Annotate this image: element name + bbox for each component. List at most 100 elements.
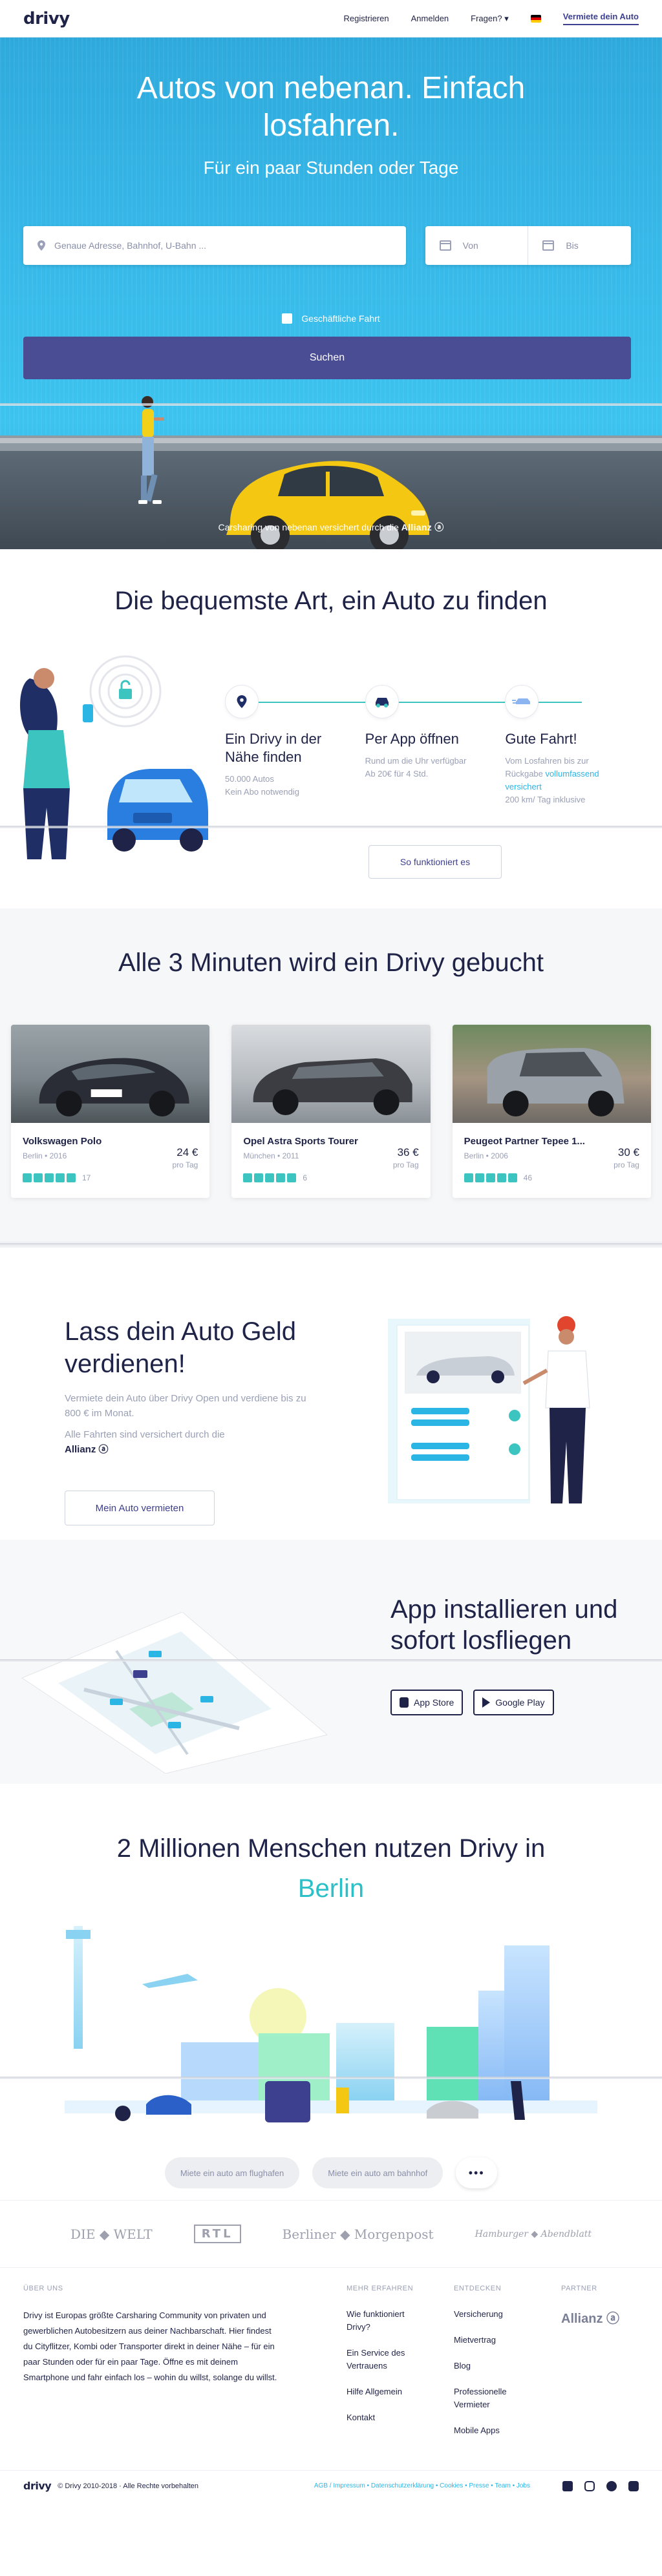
google-play-button[interactable]: Google Play	[473, 1690, 554, 1715]
partner-title: PARTNER	[561, 2285, 597, 2292]
more-chips-button[interactable]: •••	[456, 2157, 498, 2188]
app-section: App installieren und sofort losfliegen A…	[0, 1540, 662, 1784]
car-speed-icon	[505, 685, 539, 718]
footer-link[interactable]: Kontakt	[347, 2411, 454, 2424]
car-card[interactable]: Peugeot Partner Tepee 1... Berlin • 2006…	[452, 1025, 651, 1198]
calendar-icon	[439, 240, 451, 251]
cars-title: Alle 3 Minuten wird ein Drivy gebucht	[118, 948, 544, 977]
app-store-button[interactable]: App Store	[390, 1690, 464, 1715]
footer: ÜBER UNS Drivy ist Europas größte Carsha…	[0, 2267, 662, 2501]
footer-link[interactable]: Professionelle Vermieter	[454, 2385, 525, 2411]
date-range: Von Bis	[425, 226, 631, 265]
more-column: MEHR ERFAHREN Wie funktioniert Drivy? Ei…	[347, 2285, 454, 2450]
from-date-input[interactable]: Von	[425, 226, 528, 265]
star-icon	[67, 1173, 76, 1182]
footer-link[interactable]: Blog	[454, 2360, 561, 2372]
hamburger-abendblatt-logo: Hamburger ◆ Abendblatt	[475, 2228, 592, 2239]
star-icon	[276, 1173, 286, 1182]
step-drive: Gute Fahrt! Vom Losfahren bis zur Rückga…	[505, 685, 645, 806]
step-open: Per App öffnen Rund um die Uhr verfügbar…	[365, 685, 506, 806]
footer-link[interactable]: Mobile Apps	[454, 2424, 561, 2437]
earn-section: Lass dein Auto Geld verdienen! Vermiete …	[0, 1241, 662, 1540]
rating: 6	[243, 1173, 418, 1182]
star-icon	[496, 1173, 506, 1182]
step-text: 50.000 Autos Kein Abo notwendig	[225, 774, 299, 797]
social-links	[562, 2480, 639, 2491]
press-logos: DIE ◆ WELT RTL Berliner ◆ Morgenpost Ham…	[0, 2200, 662, 2267]
star-icon	[265, 1173, 275, 1182]
car-name: Volkswagen Polo	[23, 1136, 102, 1147]
allianz-logo[interactable]: Allianz ⓐ	[561, 2308, 619, 2327]
how-it-works-button[interactable]: So funktioniert es	[368, 845, 502, 879]
star-icon	[56, 1173, 65, 1182]
car-card-body: Opel Astra Sports Tourer München • 2011 …	[231, 1123, 430, 1198]
community-city[interactable]: Berlin	[0, 1874, 662, 1903]
station-rental-chip[interactable]: Miete ein auto am bahnhof	[312, 2157, 443, 2188]
footer-link[interactable]: Hilfe Allgemein	[347, 2385, 454, 2398]
footer-columns: ÜBER UNS Drivy ist Europas größte Carsha…	[23, 2285, 639, 2450]
car-card-body: Volkswagen Polo Berlin • 2016 17 24 € pro…	[11, 1123, 209, 1198]
car-card[interactable]: Opel Astra Sports Tourer München • 2011 …	[231, 1025, 431, 1198]
quick-links: Miete ein auto am flughafen Miete ein au…	[0, 2157, 662, 2188]
woman-walking-image	[138, 396, 164, 504]
about-text: Drivy ist Europas größte Carsharing Comm…	[23, 2310, 277, 2382]
footer-link[interactable]: Ein Service des Vertrauens	[347, 2347, 424, 2372]
drivy-logo[interactable]: drivy	[23, 2480, 52, 2492]
footer-link[interactable]: Wie funktioniert Drivy?	[347, 2308, 424, 2334]
insurance-note: Carsharing von nebenan versichert durch …	[0, 521, 662, 534]
allianz-logo: Allianz ⓐ	[65, 1444, 109, 1455]
search-form: Genaue Adresse, Bahnhof, U-Bahn ... Von …	[23, 226, 631, 265]
nav-links: Registrieren Anmelden Fragen? ▾ Vermiete…	[344, 12, 639, 25]
to-date-input[interactable]: Bis	[528, 226, 631, 265]
business-trip-checkbox[interactable]	[282, 313, 293, 324]
review-count: 46	[523, 1173, 533, 1182]
drivy-logo[interactable]: drivy	[23, 9, 70, 28]
star-icon	[45, 1173, 54, 1182]
how-title: Die bequemste Art, ein Auto zu finden	[114, 587, 548, 615]
footer-link[interactable]: Versicherung	[454, 2308, 561, 2321]
rent-my-car-button[interactable]: Mein Auto vermieten	[65, 1491, 215, 1525]
footer-link[interactable]: Mietvertrag	[454, 2334, 561, 2347]
car-photo	[231, 1025, 431, 1123]
about-title: ÜBER UNS	[23, 2285, 63, 2292]
partner-column: PARTNER Allianz ⓐ	[561, 2285, 619, 2450]
search-button[interactable]: Suchen	[23, 337, 631, 379]
screenshot-seam	[0, 1659, 662, 1662]
discover-column: ENTDECKEN Versicherung Mietvertrag Blog …	[454, 2285, 561, 2450]
airport-rental-chip[interactable]: Miete ein auto am flughafen	[164, 2157, 300, 2188]
rtl-logo: RTL	[193, 2225, 241, 2243]
login-link[interactable]: Anmelden	[411, 14, 449, 23]
german-flag-icon[interactable]	[530, 14, 541, 23]
step-title: Per App öffnen	[365, 731, 459, 747]
step-text: Vom Losfahren bis zur Rückgabe vollumfas…	[505, 756, 599, 804]
questions-dropdown[interactable]: Fragen? ▾	[471, 14, 509, 24]
address-placeholder: Genaue Adresse, Bahnhof, U-Bahn ...	[54, 240, 207, 251]
twitter-icon[interactable]	[606, 2480, 617, 2491]
review-count: 6	[303, 1173, 308, 1182]
register-link[interactable]: Registrieren	[344, 14, 389, 23]
facebook-icon[interactable]	[562, 2480, 573, 2491]
star-icon	[475, 1173, 484, 1182]
car-card[interactable]: Volkswagen Polo Berlin • 2016 17 24 € pro…	[11, 1025, 210, 1198]
business-trip-label[interactable]: Geschäftliche Fahrt	[301, 313, 379, 324]
rent-your-car-link[interactable]: Vermiete dein Auto	[562, 12, 639, 25]
hero: Autos von nebenan. Einfach losfahren. Fü…	[0, 37, 662, 549]
star-icon	[23, 1173, 32, 1182]
screenshot-seam	[0, 2077, 662, 2079]
map-phone-illustration	[21, 1612, 328, 1774]
hero-subtitle: Für ein paar Stunden oder Tage	[203, 158, 459, 178]
steps: Ein Drivy in der Nähe finden 50.000 Auto…	[225, 685, 645, 806]
about-column: ÜBER UNS Drivy ist Europas größte Carsha…	[23, 2285, 347, 2450]
star-icon	[243, 1173, 253, 1182]
review-count: 17	[82, 1173, 91, 1182]
calendar-icon	[542, 240, 555, 251]
app-store-buttons: App Store Google Play	[390, 1690, 554, 1715]
earn-insurance-text: Alle Fahrten sind versichert durch die Al…	[65, 1429, 225, 1455]
address-input[interactable]: Genaue Adresse, Bahnhof, U-Bahn ...	[23, 226, 406, 265]
legal-links[interactable]: AGB / Impressum • Datenschutzerklärung •…	[314, 2482, 530, 2489]
car-price: 24 € pro Tag	[172, 1146, 198, 1169]
youtube-icon[interactable]	[628, 2480, 639, 2491]
car-cards: Volkswagen Polo Berlin • 2016 17 24 € pro…	[11, 1025, 651, 1198]
rating: 46	[464, 1173, 639, 1182]
instagram-icon[interactable]	[584, 2480, 595, 2491]
